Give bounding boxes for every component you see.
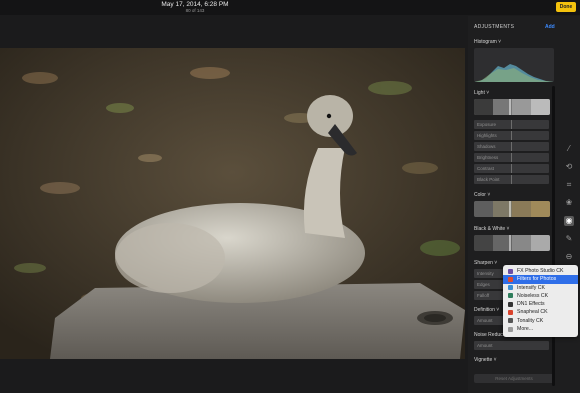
done-button[interactable]: Done (556, 2, 576, 12)
sharpen-section-label[interactable]: Sharpen ˅ (474, 260, 497, 266)
more-icon (508, 326, 513, 332)
menu-item-more[interactable]: More... (503, 325, 578, 333)
sharpen-edges-label: Edges (477, 282, 490, 287)
photo-canvas[interactable] (0, 48, 465, 359)
noise-amount-slider[interactable]: Amount (474, 341, 549, 350)
menu-item-filters-for-photos[interactable]: Filters for Photos (503, 275, 578, 284)
shadows-slider[interactable]: Shadows (474, 142, 549, 151)
menu-item-noiseless[interactable]: Noiseless CK (503, 292, 578, 300)
panel-scrollbar[interactable] (552, 86, 555, 386)
exposure-slider[interactable]: Exposure (474, 120, 549, 129)
black-point-label: Black Point (477, 177, 500, 182)
gosling-photo (0, 48, 465, 359)
noiseless-icon (508, 293, 513, 299)
definition-amount-label: Amount (477, 318, 493, 323)
top-bar: May 17, 2014, 6:28 PM 80 of 143 Done (0, 0, 580, 15)
black-point-slider[interactable]: Black Point (474, 175, 549, 184)
enhance-wand-icon[interactable]: ⁄ (564, 144, 574, 154)
histogram-chart (474, 48, 554, 82)
color-filmstrip[interactable] (474, 201, 550, 217)
light-filmstrip[interactable] (474, 99, 550, 115)
intensify-icon (508, 285, 513, 291)
adjust-icon[interactable]: ◉ (564, 216, 574, 226)
retouch-icon[interactable]: ✎ (564, 234, 574, 244)
dn1-icon (508, 301, 513, 307)
reset-adjustments-button[interactable]: Reset Adjustments (474, 374, 554, 383)
menu-item-dn1-effects[interactable]: DN1 Effects (503, 300, 578, 308)
adjustments-heading: ADJUSTMENTS (474, 24, 515, 30)
color-section-label[interactable]: Color ˅ (474, 192, 490, 198)
highlights-label: Highlights (477, 133, 497, 138)
extensions-icon[interactable]: ⊖ (564, 252, 574, 262)
vignette-section-label[interactable]: Vignette ˅ (474, 357, 497, 363)
fx-studio-icon (508, 268, 513, 274)
brightness-slider[interactable]: Brightness (474, 153, 549, 162)
light-section-label[interactable]: Light ˅ (474, 90, 489, 96)
highlights-slider[interactable]: Highlights (474, 131, 549, 140)
rotate-icon[interactable]: ⟲ (564, 162, 574, 172)
snapheal-icon (508, 309, 513, 315)
filters-icon[interactable]: ❀ (564, 198, 574, 208)
extensions-menu: FX Photo Studio CK Filters for Photos In… (503, 265, 578, 337)
bw-section-label[interactable]: Black & White ˅ (474, 226, 509, 232)
contrast-label: Contrast (477, 166, 495, 171)
brightness-label: Brightness (477, 155, 499, 160)
shadows-label: Shadows (477, 144, 496, 149)
menu-item-intensify[interactable]: Intensify CK (503, 284, 578, 292)
sharpen-intensity-label: Intensity (477, 271, 494, 276)
definition-section-label[interactable]: Definition ˅ (474, 307, 499, 313)
noise-amount-label: Amount (477, 343, 493, 348)
menu-item-tonality[interactable]: Tonality CK (503, 317, 578, 325)
contrast-slider[interactable]: Contrast (474, 164, 549, 173)
exposure-label: Exposure (477, 122, 497, 127)
add-adjustment-button[interactable]: Add (545, 24, 555, 30)
filters-icon (508, 276, 513, 282)
bw-filmstrip[interactable] (474, 235, 550, 251)
crop-icon[interactable]: ⌗ (564, 180, 574, 190)
photo-date-title: May 17, 2014, 6:28 PM (161, 1, 229, 8)
photo-counter: 80 of 143 (185, 8, 205, 13)
tonality-icon (508, 318, 513, 324)
menu-item-fx-photo-studio[interactable]: FX Photo Studio CK (503, 267, 578, 275)
menu-item-snapheal[interactable]: Snapheal CK (503, 308, 578, 316)
sharpen-falloff-label: Falloff (477, 293, 490, 298)
histogram-label[interactable]: Histogram ˅ (474, 39, 501, 45)
